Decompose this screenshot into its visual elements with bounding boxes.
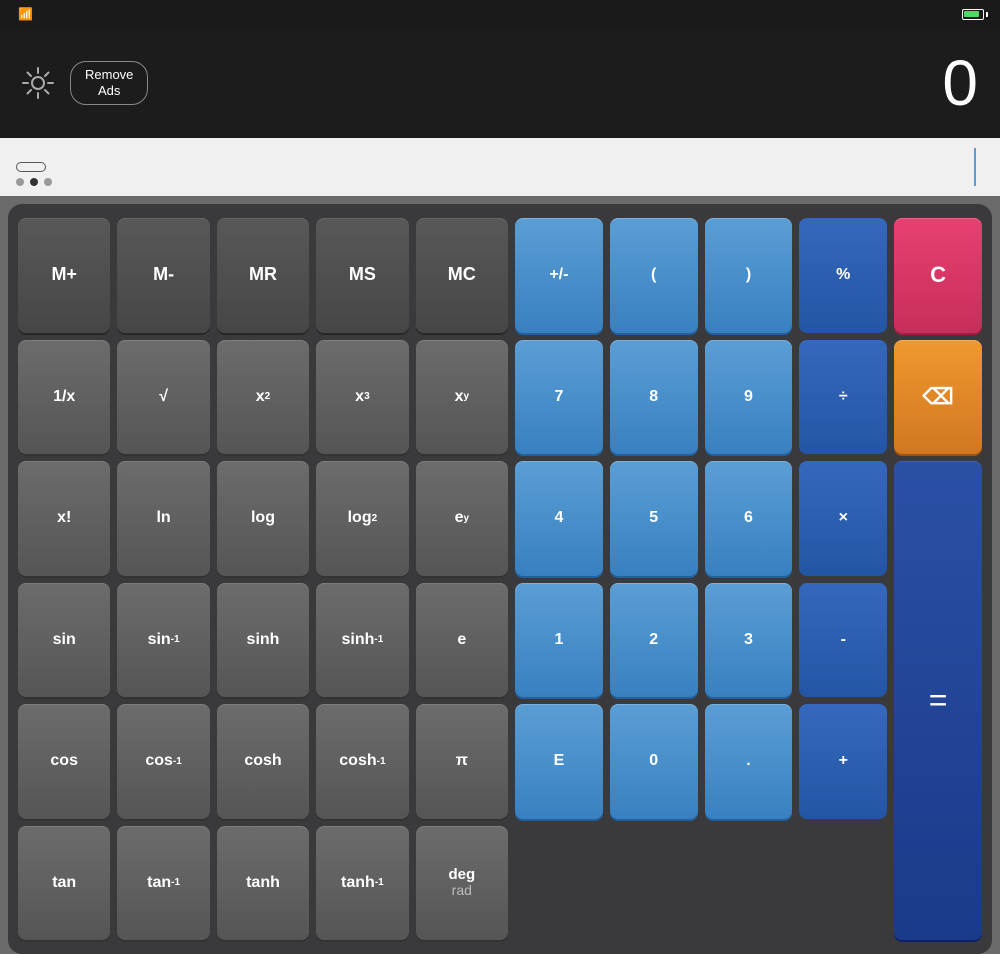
- btn-mc[interactable]: MC: [416, 218, 508, 333]
- deg-label: deg: [448, 867, 475, 884]
- btn-6[interactable]: 6: [705, 461, 793, 576]
- btn-divide[interactable]: ÷: [799, 340, 887, 455]
- btn-1[interactable]: 1: [515, 583, 603, 698]
- btn-cosh[interactable]: cosh: [217, 704, 309, 819]
- btn-clear[interactable]: C: [894, 218, 982, 333]
- btn-sin[interactable]: sin: [18, 583, 110, 698]
- status-right: [956, 9, 988, 20]
- btn-equals[interactable]: =: [894, 461, 982, 940]
- left-panel: M+ M- MR MS MC 1/x √ x2 x3 xy x! ln log …: [18, 218, 508, 940]
- btn-deg-rad[interactable]: deg rad: [416, 826, 508, 941]
- btn-factorial[interactable]: x!: [18, 461, 110, 576]
- btn-decimal[interactable]: .: [705, 704, 793, 819]
- btn-8[interactable]: 8: [610, 340, 698, 455]
- wifi-icon: 📶: [18, 7, 33, 21]
- status-bar: 📶: [0, 0, 1000, 28]
- btn-7[interactable]: 7: [515, 340, 603, 455]
- remove-ads-button[interactable]: RemoveAds: [70, 61, 148, 104]
- btn-m-minus[interactable]: M-: [117, 218, 209, 333]
- btn-ln[interactable]: ln: [117, 461, 209, 576]
- settings-button[interactable]: [16, 61, 60, 105]
- btn-mr[interactable]: MR: [217, 218, 309, 333]
- page-dots: [16, 178, 52, 186]
- right-panel: +/- ( ) % C 7 8 9 ÷ ⌫ 4 5 6 × = 1 2 3 - …: [515, 218, 982, 940]
- layout-button[interactable]: [16, 162, 46, 172]
- btn-arcsinh[interactable]: sinh-1: [316, 583, 408, 698]
- btn-3[interactable]: 3: [705, 583, 793, 698]
- dot-3: [44, 178, 52, 186]
- btn-tan[interactable]: tan: [18, 826, 110, 941]
- dot-2: [30, 178, 38, 186]
- btn-backspace[interactable]: ⌫: [894, 340, 982, 455]
- cursor-line: [974, 148, 976, 186]
- btn-x3[interactable]: x3: [316, 340, 408, 455]
- btn-arcsin[interactable]: sin-1: [117, 583, 209, 698]
- btn-close-paren[interactable]: ): [705, 218, 793, 333]
- battery-icon: [962, 9, 988, 20]
- btn-x2[interactable]: x2: [217, 340, 309, 455]
- rad-label: rad: [452, 883, 472, 898]
- btn-5[interactable]: 5: [610, 461, 698, 576]
- btn-log2[interactable]: log2: [316, 461, 408, 576]
- btn-ms[interactable]: MS: [316, 218, 408, 333]
- btn-subtract[interactable]: -: [799, 583, 887, 698]
- btn-xy[interactable]: xy: [416, 340, 508, 455]
- middle-bar: [0, 138, 1000, 196]
- btn-sinh[interactable]: sinh: [217, 583, 309, 698]
- top-bar: RemoveAds 0: [0, 28, 1000, 138]
- btn-reciprocal[interactable]: 1/x: [18, 340, 110, 455]
- btn-open-paren[interactable]: (: [610, 218, 698, 333]
- calculator-layout: M+ M- MR MS MC 1/x √ x2 x3 xy x! ln log …: [8, 204, 992, 954]
- btn-multiply[interactable]: ×: [799, 461, 887, 576]
- btn-0[interactable]: 0: [610, 704, 698, 819]
- btn-tanh[interactable]: tanh: [217, 826, 309, 941]
- btn-arccos[interactable]: cos-1: [117, 704, 209, 819]
- btn-ey[interactable]: ey: [416, 461, 508, 576]
- btn-percent[interactable]: %: [799, 218, 887, 333]
- btn-e[interactable]: e: [416, 583, 508, 698]
- btn-m-plus[interactable]: M+: [18, 218, 110, 333]
- btn-exp[interactable]: E: [515, 704, 603, 819]
- btn-arccosh[interactable]: cosh-1: [316, 704, 408, 819]
- dot-1: [16, 178, 24, 186]
- btn-4[interactable]: 4: [515, 461, 603, 576]
- display-value: 0: [942, 46, 976, 120]
- btn-2[interactable]: 2: [610, 583, 698, 698]
- btn-add[interactable]: +: [799, 704, 887, 819]
- status-left: 📶: [12, 7, 33, 21]
- btn-cos[interactable]: cos: [18, 704, 110, 819]
- btn-arctan[interactable]: tan-1: [117, 826, 209, 941]
- gear-icon: [21, 66, 55, 100]
- btn-pi[interactable]: π: [416, 704, 508, 819]
- btn-arctanh[interactable]: tanh-1: [316, 826, 408, 941]
- btn-plus-minus[interactable]: +/-: [515, 218, 603, 333]
- btn-log[interactable]: log: [217, 461, 309, 576]
- btn-sqrt[interactable]: √: [117, 340, 209, 455]
- btn-9[interactable]: 9: [705, 340, 793, 455]
